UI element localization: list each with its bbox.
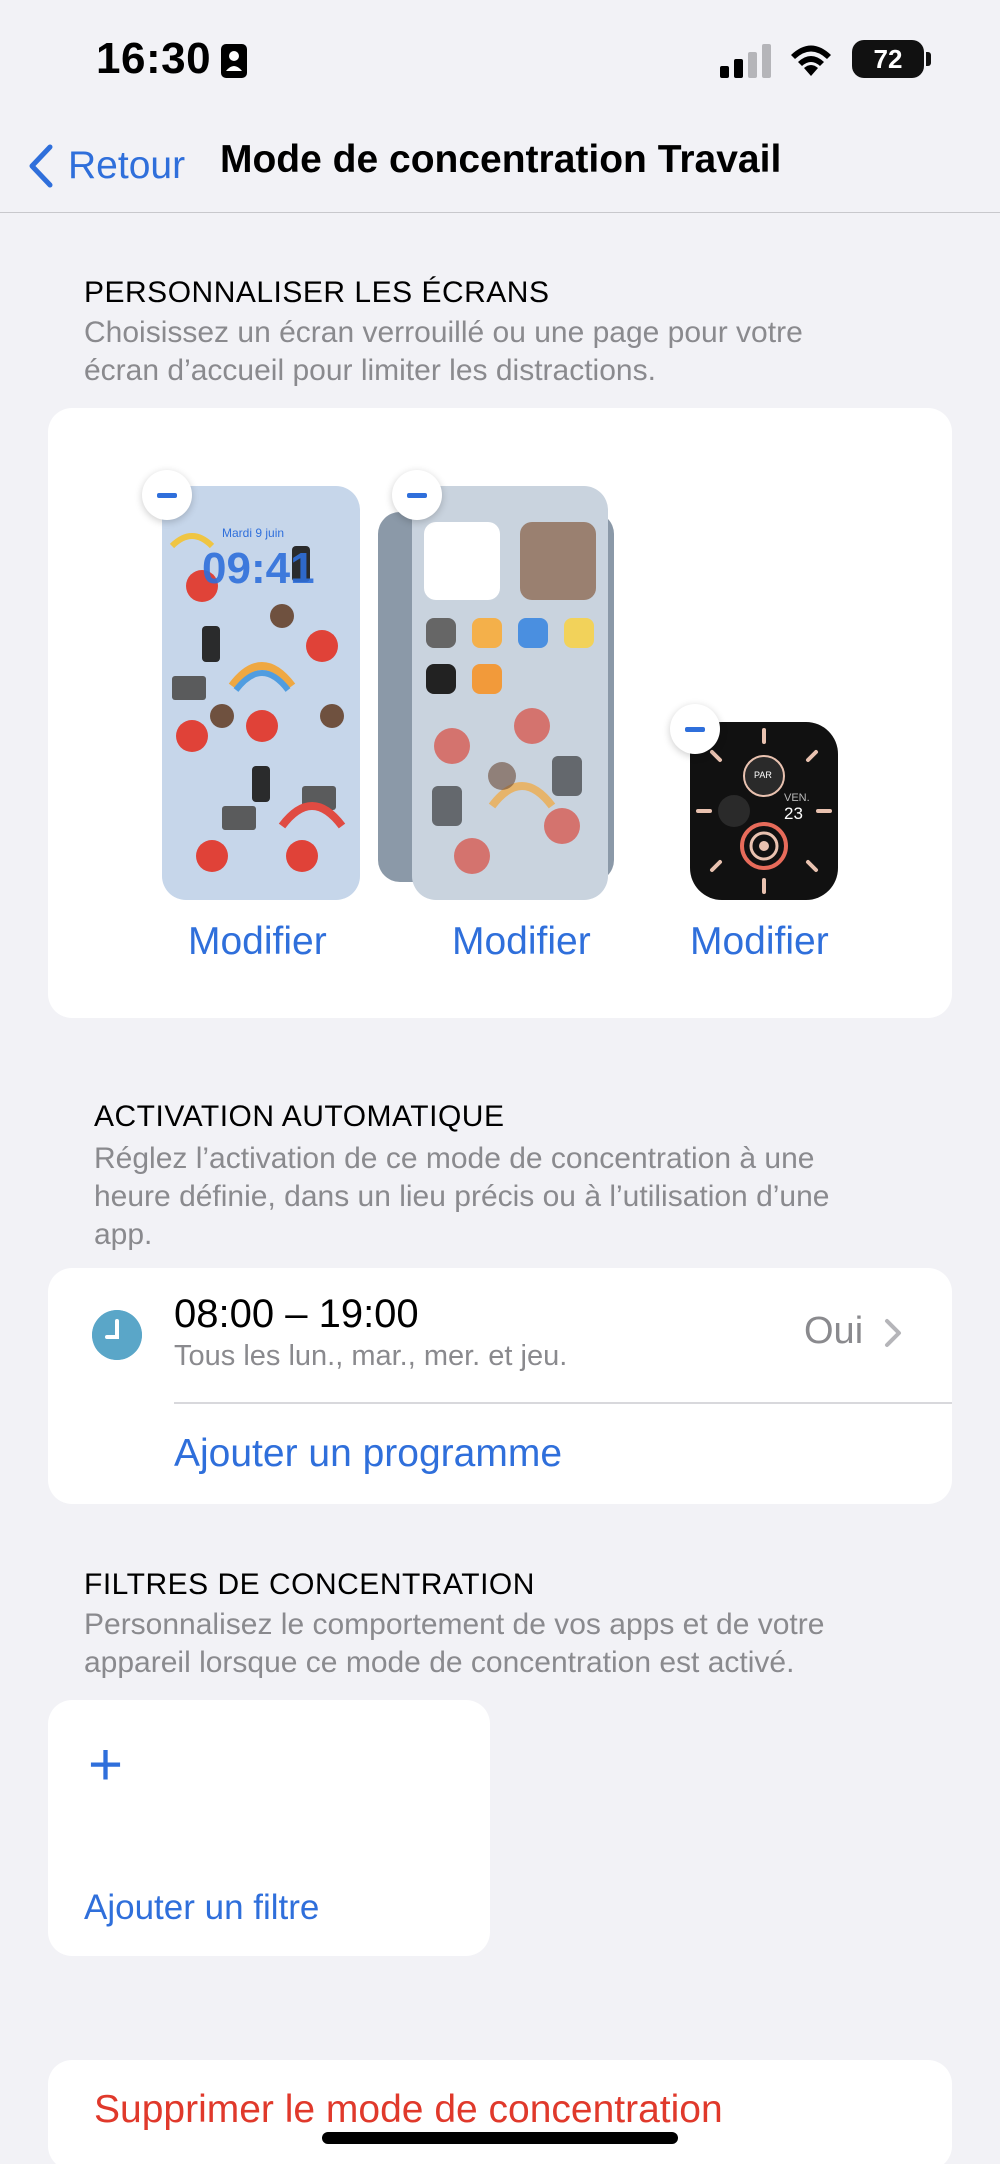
home-indicator[interactable] [322, 2132, 678, 2144]
watch-complication-label: PAR [754, 770, 772, 780]
chevron-left-icon [29, 144, 53, 188]
home-screen-wallpaper [424, 522, 596, 874]
minus-icon [157, 492, 177, 498]
focus-mode-settings-screen: 16:30 72 Retour Mode de concentration Tr… [0, 0, 1000, 2164]
page-title: Mode de concentration Travail [220, 138, 782, 181]
modify-home-screen-button[interactable]: Modifier [452, 920, 591, 964]
row-divider [174, 1402, 952, 1404]
battery-indicator: 72 [852, 40, 924, 78]
watch-face-preview[interactable]: PAR VEN. 23 [690, 722, 838, 900]
modify-watch-face-button[interactable]: Modifier [690, 920, 829, 964]
watch-date: 23 [784, 804, 803, 823]
filters-section-footer-line1: Personnalisez le comportement de vos app… [84, 1608, 825, 1641]
automation-section-footer-line3: app. [94, 1218, 153, 1251]
remove-home-screen-button[interactable] [392, 470, 442, 520]
lock-screen-time: 09:41 [202, 544, 315, 593]
plus-icon: + [88, 1731, 124, 1798]
automation-section-header: ACTIVATION AUTOMATIQUE [94, 1100, 505, 1133]
lock-screen-date: Mardi 9 juin [222, 526, 285, 540]
screens-card: Mardi 9 juin 09:41 PAR VEN. 23 Modifier … [48, 408, 952, 1018]
automation-section-footer-line2: heure définie, dans un lieu précis ou à … [94, 1180, 830, 1213]
battery-tip [926, 52, 931, 66]
filters-section-footer-line2: appareil lorsque ce mode de concentratio… [84, 1646, 795, 1679]
add-filter-label: Ajouter un filtre [84, 1888, 320, 1927]
automation-section-footer-line1: Réglez l’activation de ce mode de concen… [94, 1142, 815, 1175]
back-button[interactable]: Retour [28, 136, 185, 196]
schedule-days: Tous les lun., mar., mer. et jeu. [174, 1340, 568, 1372]
navigation-bar: Retour Mode de concentration Travail [0, 120, 1000, 213]
remove-lock-screen-button[interactable] [142, 470, 192, 520]
schedule-time-range: 08:00 – 19:00 [174, 1292, 419, 1336]
focus-contact-icon [221, 44, 247, 78]
modify-lock-screen-button[interactable]: Modifier [188, 920, 327, 964]
back-label: Retour [68, 144, 186, 187]
screens-section-header: PERSONNALISER LES ÉCRANS [84, 276, 550, 309]
status-bar: 16:30 72 [0, 0, 1000, 120]
remove-watch-face-button[interactable] [670, 704, 720, 754]
status-time: 16:30 [96, 34, 212, 83]
home-screen-preview[interactable] [412, 486, 608, 900]
clock-icon [92, 1310, 142, 1360]
chevron-right-icon [885, 1319, 901, 1347]
lock-screen-preview[interactable]: Mardi 9 juin 09:41 [162, 486, 360, 900]
minus-icon [685, 726, 705, 732]
delete-focus-mode-button[interactable]: Supprimer le mode de concentration [94, 2088, 723, 2132]
add-schedule-button[interactable]: Ajouter un programme [174, 1432, 562, 1476]
watch-day: VEN. [784, 792, 810, 804]
schedule-status: Oui [804, 1310, 864, 1352]
screens-section-footer-line1: Choisissez un écran verrouillé ou une pa… [84, 316, 803, 349]
watch-face-dial [696, 728, 832, 894]
minus-icon [407, 492, 427, 498]
filters-section-header: FILTRES DE CONCENTRATION [84, 1568, 535, 1601]
cellular-signal-icon [720, 44, 771, 78]
screens-section-footer-line2: écran d’accueil pour limiter les distrac… [84, 354, 656, 387]
wifi-icon [791, 45, 831, 76]
